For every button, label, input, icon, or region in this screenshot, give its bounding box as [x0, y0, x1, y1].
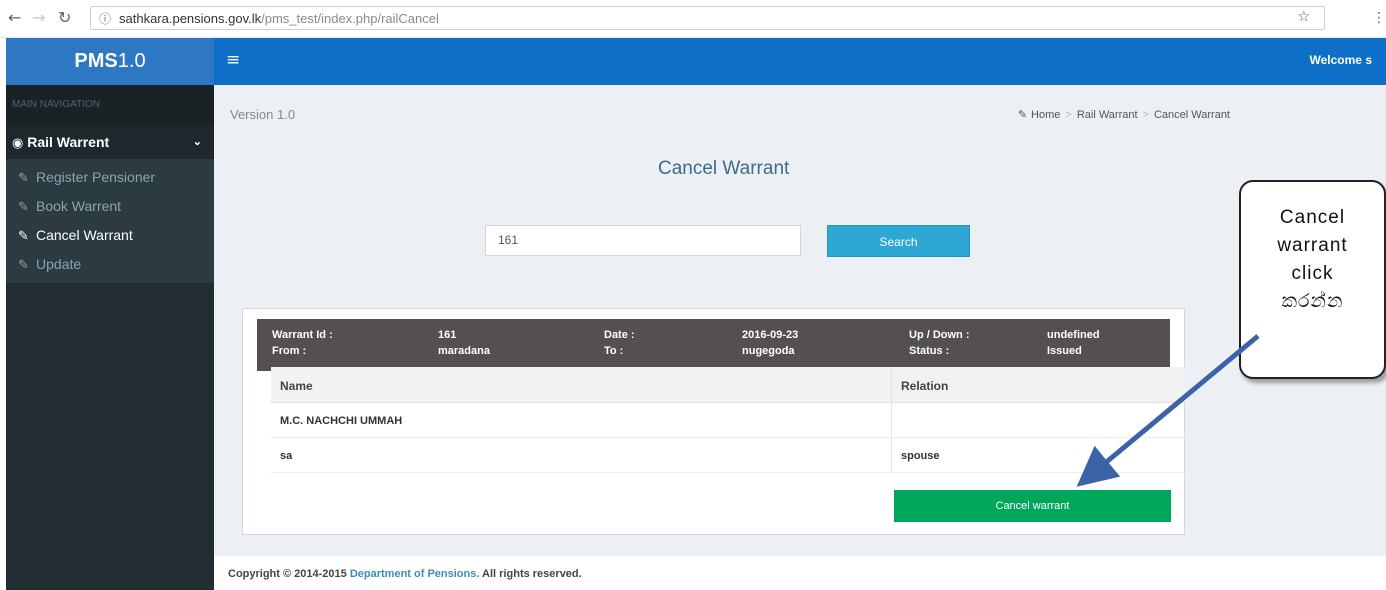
- chevron-down-icon: ⌄: [192, 136, 202, 148]
- url-text: sathkara.pensions.gov.lk/pms_test/index.…: [119, 11, 439, 26]
- info-icon[interactable]: ⓘ: [99, 10, 111, 27]
- pencil-icon: ✎: [18, 171, 29, 186]
- cell-name: M.C. NACHCHI UMMAH: [280, 415, 403, 427]
- warrant-id-value: 161: [438, 329, 457, 341]
- pencil-icon: ✎: [18, 200, 29, 215]
- main-content: Version 1.0 ✎ Home > Rail Warrant > Cancel Wa…: [214, 85, 1386, 556]
- updown-value: undefined: [1047, 329, 1100, 341]
- star-icon[interactable]: ☆: [1297, 9, 1310, 25]
- page-title: Cancel Warrant: [658, 158, 790, 179]
- warrant-info-bar: Warrant Id : 161 Date : 2016-09-23 Up / …: [257, 319, 1170, 371]
- kebab-menu-icon[interactable]: ⋮: [1372, 10, 1386, 26]
- table-row: sa spouse: [271, 438, 1185, 473]
- welcome-user[interactable]: Welcome s: [1310, 53, 1372, 67]
- breadcrumb: ✎ Home > Rail Warrant > Cancel Warrant: [1017, 108, 1230, 121]
- date-value: 2016-09-23: [742, 329, 799, 341]
- table-row: M.C. NACHCHI UMMAH: [271, 403, 1185, 438]
- from-value: maradana: [438, 345, 490, 357]
- column-header-name: Name: [280, 379, 313, 393]
- sidebar: PMS1.0 MAIN NAVIGATION ◉ Rail Warrent ⌄ …: [6, 38, 214, 590]
- version-label: Version 1.0: [230, 107, 296, 122]
- sidebar-submenu: ✎ Register Pensioner ✎ Book Warrent ✎ Cance…: [6, 159, 214, 283]
- dashboard-icon: ◉: [12, 136, 24, 151]
- status-value: Issued: [1047, 345, 1082, 357]
- browser-toolbar: ← → ↻ ⓘ sathkara.pensions.gov.lk/pms_tes…: [0, 0, 1386, 38]
- footer: Copyright © 2014-2015 Department of Pens…: [214, 556, 1386, 590]
- breadcrumb-cancel-warrant: Cancel Warrant: [1153, 109, 1230, 121]
- back-arrow-icon[interactable]: ←: [8, 8, 21, 27]
- column-header-relation: Relation: [901, 379, 949, 393]
- search-button[interactable]: Search: [827, 225, 970, 257]
- app-logo[interactable]: PMS1.0: [6, 38, 214, 85]
- forward-arrow-icon[interactable]: →: [32, 8, 45, 27]
- updown-label: Up / Down :: [909, 329, 970, 341]
- breadcrumb-rail-warrant[interactable]: Rail Warrant: [1077, 109, 1138, 121]
- copyright-text: Copyright © 2014-2015 Department of Pens…: [228, 568, 582, 580]
- breadcrumb-home[interactable]: Home: [1031, 109, 1060, 121]
- pencil-icon: ✎: [18, 229, 29, 244]
- instruction-callout: Cancel warrant click කරන්න: [1239, 180, 1386, 379]
- top-header: ≡ Welcome s: [214, 38, 1386, 85]
- table-header: Name Relation: [271, 367, 1185, 403]
- status-label: Status :: [909, 345, 950, 357]
- sidebar-item-book-warrent[interactable]: ✎ Book Warrent: [6, 192, 214, 221]
- sidebar-section-rail-warrent[interactable]: ◉ Rail Warrent ⌄: [6, 125, 214, 159]
- to-label: To :: [604, 345, 624, 357]
- callout-text: Cancel warrant click කරන්න: [1277, 207, 1348, 312]
- pencil-icon: ✎: [1017, 108, 1028, 121]
- sidebar-section-label: Rail Warrent: [27, 134, 110, 150]
- address-bar[interactable]: ⓘ sathkara.pensions.gov.lk/pms_test/inde…: [90, 6, 1325, 30]
- cell-relation: spouse: [901, 450, 940, 462]
- warrant-id-label: Warrant Id :: [272, 329, 333, 341]
- hamburger-menu-icon[interactable]: ≡: [226, 50, 240, 70]
- warrant-details-box: Warrant Id : 161 Date : 2016-09-23 Up / …: [242, 308, 1185, 535]
- pencil-icon: ✎: [18, 258, 29, 273]
- date-label: Date :: [604, 329, 635, 341]
- to-value: nugegoda: [742, 345, 795, 357]
- warrant-search-input[interactable]: 161: [485, 225, 801, 256]
- sidebar-item-register-pensioner[interactable]: ✎ Register Pensioner: [6, 163, 214, 192]
- department-link[interactable]: Department of Pensions.: [350, 568, 480, 580]
- cell-name: sa: [280, 450, 293, 462]
- sidebar-item-cancel-warrant[interactable]: ✎ Cancel Warrant: [6, 221, 214, 250]
- cancel-warrant-button[interactable]: Cancel warrant: [894, 490, 1171, 522]
- nav-header: MAIN NAVIGATION: [6, 85, 214, 125]
- from-label: From :: [272, 345, 307, 357]
- reload-icon[interactable]: ↻: [58, 8, 71, 27]
- sidebar-item-update[interactable]: ✎ Update: [6, 250, 214, 279]
